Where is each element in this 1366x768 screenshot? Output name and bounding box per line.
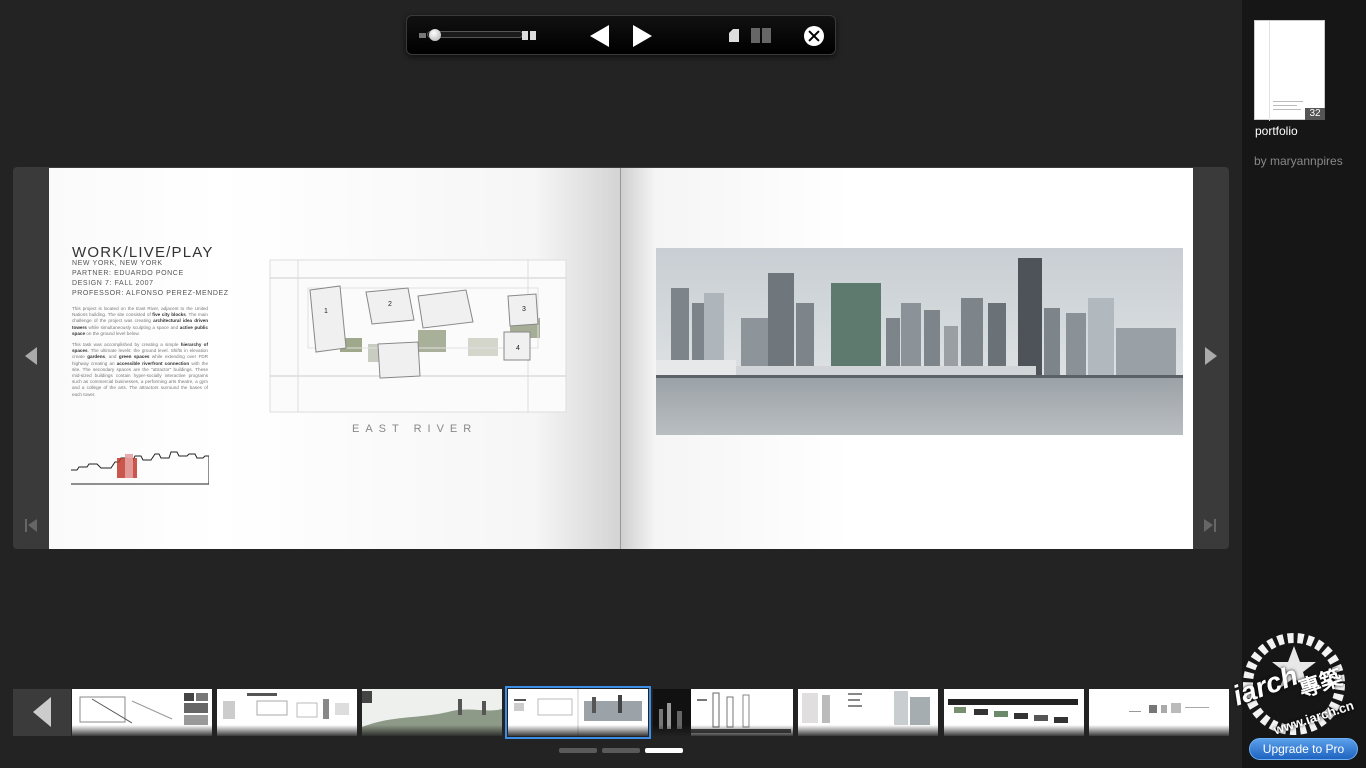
project-course: DESIGN 7: FALL 2007: [72, 280, 154, 287]
project-location: NEW YORK, NEW YORK: [72, 260, 163, 267]
zoom-slider-handle[interactable]: [429, 29, 441, 41]
thumbnail[interactable]: [1089, 689, 1229, 736]
project-partner: PARTNER: EDUARDO PONCE: [72, 270, 184, 277]
thumbnail[interactable]: [798, 689, 938, 736]
thumbnail[interactable]: [72, 689, 212, 736]
thumbnail-selected[interactable]: [505, 686, 651, 739]
project-description: This project is located on the East Rive…: [72, 306, 209, 397]
thumbnail-image: [223, 693, 349, 719]
book-previous-arrow-icon[interactable]: [25, 347, 37, 365]
book-spine: [620, 168, 621, 549]
close-button[interactable]: [804, 26, 824, 46]
site-plan-drawing: 1 2 3 4: [269, 259, 567, 413]
previous-page-button[interactable]: [590, 25, 609, 47]
thumbnail-image: [653, 689, 791, 736]
thumbnail[interactable]: [217, 689, 357, 736]
plan-label-1: 1: [324, 308, 328, 315]
thumbnail[interactable]: [944, 689, 1084, 736]
viewer-stage: WORK/LIVE/PLAY NEW YORK, NEW YORK PARTNE…: [0, 0, 1366, 768]
thumbnail-image: [802, 691, 930, 725]
thumbnail-previous-button[interactable]: [13, 689, 71, 736]
thumbnail-image: [1129, 703, 1209, 713]
zoom-slider[interactable]: [427, 31, 523, 38]
thumbnail-image: [362, 689, 502, 736]
strip-page-indicator-3-active[interactable]: [645, 748, 683, 753]
plan-label-3: 3: [522, 306, 526, 313]
strip-page-indicator-2[interactable]: [602, 748, 640, 753]
last-page-icon[interactable]: [1204, 519, 1216, 532]
project-professor: PROFESSOR: ALFONSO PEREZ-MENDEZ: [72, 290, 229, 297]
book-next-arrow-icon[interactable]: [1205, 347, 1217, 365]
double-page-view-icon[interactable]: [751, 28, 771, 43]
skyline-sketch: [71, 451, 209, 485]
thumbnail-image: [948, 699, 1078, 723]
strip-page-indicator-1[interactable]: [559, 748, 597, 753]
east-river-label: EAST RIVER: [352, 423, 478, 435]
skyline-photo: [656, 248, 1183, 435]
plan-label-4: 4: [516, 345, 520, 352]
document-title-link[interactable]: portfolio: [1255, 124, 1298, 138]
plan-label-2: 2: [388, 301, 392, 308]
page-count-badge: 32: [1305, 108, 1325, 120]
thumbnail-image: [79, 693, 208, 725]
viewer-toolbar: [406, 15, 836, 55]
single-page-view-icon[interactable]: [729, 29, 739, 42]
thumbnail-image: [514, 689, 642, 736]
zoom-out-icon[interactable]: [419, 33, 426, 38]
next-page-button[interactable]: [633, 25, 652, 47]
thumbnail[interactable]: [362, 689, 502, 736]
document-author-link[interactable]: by maryannpires: [1254, 154, 1343, 168]
thumbnail[interactable]: [653, 689, 793, 736]
document-cover-thumbnail[interactable]: [1254, 20, 1325, 121]
upgrade-button[interactable]: Upgrade to Pro: [1249, 738, 1358, 760]
first-page-icon[interactable]: [25, 519, 37, 532]
zoom-in-icon[interactable]: [522, 31, 536, 40]
